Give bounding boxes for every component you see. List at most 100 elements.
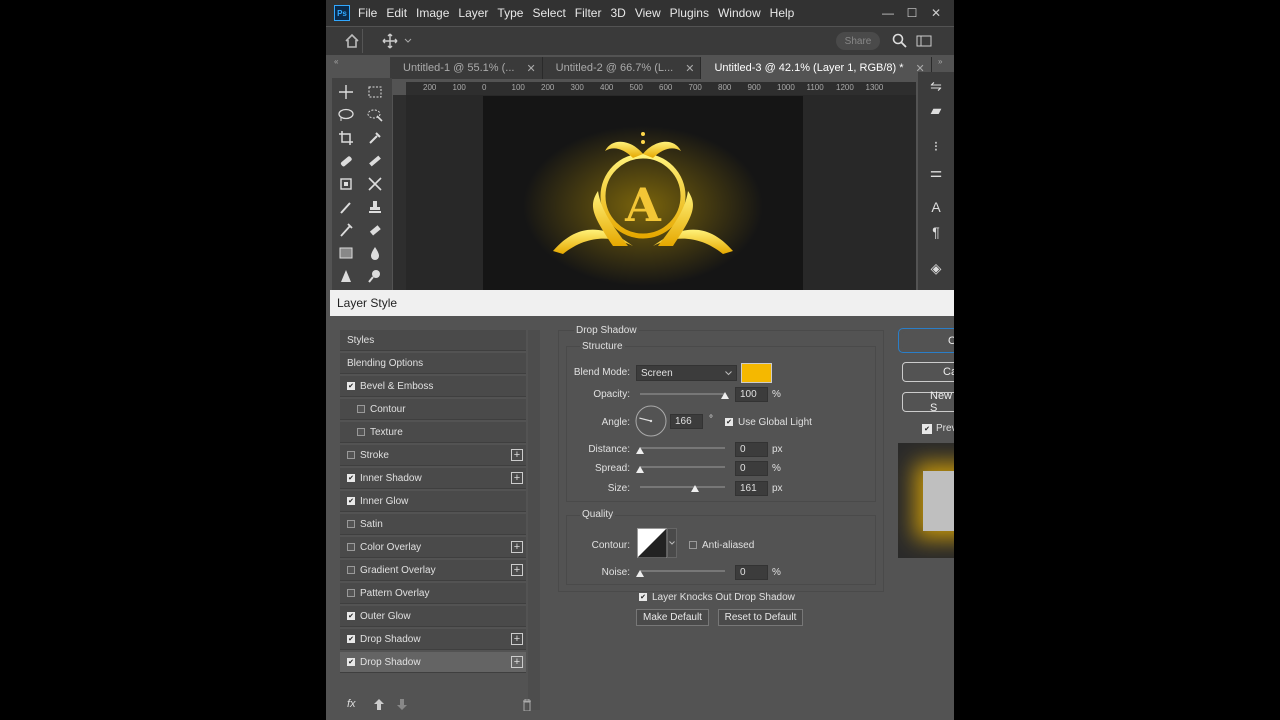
size-slider-handle[interactable]: [691, 485, 700, 492]
use-global-light-checkbox[interactable]: ✔: [725, 418, 733, 426]
brush-settings-icon[interactable]: ⁝: [926, 136, 946, 156]
search-icon[interactable]: [892, 33, 907, 48]
style-checkbox[interactable]: ✔: [347, 497, 355, 505]
ok-button[interactable]: O: [902, 331, 954, 351]
style-item-gradient-overlay[interactable]: Gradient Overlay +: [340, 560, 526, 581]
style-item-drop-shadow[interactable]: ✔ Drop Shadow +: [340, 652, 526, 673]
make-default-button[interactable]: Make Default: [636, 609, 709, 626]
style-item-styles[interactable]: Styles: [340, 330, 526, 351]
chevron-down-icon[interactable]: [404, 38, 412, 44]
style-checkbox[interactable]: ✔: [347, 612, 355, 620]
style-checkbox[interactable]: ✔: [347, 382, 355, 390]
distance-input[interactable]: 0: [735, 442, 768, 457]
spread-input[interactable]: 0: [735, 461, 768, 476]
style-checkbox[interactable]: [347, 520, 355, 528]
add-effect-icon[interactable]: +: [511, 541, 523, 553]
history-panel-icon[interactable]: ⇋: [926, 76, 946, 96]
add-effect-icon[interactable]: +: [511, 633, 523, 645]
contour-dropdown[interactable]: [667, 528, 677, 558]
restore-button[interactable]: ☐: [900, 6, 924, 20]
canvas-area[interactable]: A: [406, 95, 916, 290]
style-checkbox[interactable]: ✔: [347, 658, 355, 666]
style-checkbox[interactable]: [347, 589, 355, 597]
style-item-bevel-emboss[interactable]: ✔ Bevel & Emboss: [340, 376, 526, 397]
menu-help[interactable]: Help: [770, 6, 795, 20]
trash-icon[interactable]: [522, 699, 532, 711]
menu-plugins[interactable]: Plugins: [670, 6, 709, 20]
healing-brush-tool-icon[interactable]: [335, 151, 357, 171]
style-item-inner-glow[interactable]: ✔ Inner Glow: [340, 491, 526, 512]
dodge-tool-icon[interactable]: [364, 266, 386, 286]
paint-brush-icon[interactable]: [335, 197, 357, 217]
layers-panel-icon[interactable]: ◈: [926, 258, 946, 278]
style-checkbox[interactable]: [357, 428, 365, 436]
style-item-drop-shadow[interactable]: ✔ Drop Shadow +: [340, 629, 526, 650]
angle-dial[interactable]: [635, 405, 667, 437]
sharpen-tool-icon[interactable]: [335, 266, 357, 286]
spread-slider-handle[interactable]: [636, 466, 644, 473]
styles-list-scrollbar[interactable]: [528, 330, 540, 710]
menu-view[interactable]: View: [635, 6, 661, 20]
character-panel-icon[interactable]: A: [926, 197, 946, 217]
style-checkbox[interactable]: ✔: [347, 635, 355, 643]
close-tab-icon[interactable]: ✕: [685, 62, 694, 75]
move-down-icon[interactable]: [397, 699, 407, 710]
blend-mode-select[interactable]: Screen: [636, 365, 737, 381]
close-tab-icon[interactable]: ✕: [526, 62, 535, 75]
comments-panel-icon[interactable]: ▰: [926, 100, 946, 120]
tab-untitled-2[interactable]: Untitled-2 @ 66.7% (L... ✕: [543, 57, 702, 79]
style-item-outer-glow[interactable]: ✔ Outer Glow: [340, 606, 526, 627]
menu-filter[interactable]: Filter: [575, 6, 602, 20]
style-checkbox[interactable]: [347, 451, 355, 459]
blur-tool-icon[interactable]: [364, 243, 386, 263]
anti-aliased-checkbox[interactable]: [689, 541, 697, 549]
distance-slider-handle[interactable]: [636, 447, 644, 454]
puppet-warp-icon[interactable]: [364, 174, 386, 194]
add-effect-icon[interactable]: +: [511, 564, 523, 576]
menu-3d[interactable]: 3D: [610, 6, 625, 20]
move-up-icon[interactable]: [374, 699, 384, 710]
add-effect-icon[interactable]: +: [511, 472, 523, 484]
crop-tool-icon[interactable]: [335, 128, 357, 148]
collapse-toolbar-icon[interactable]: «: [334, 57, 338, 66]
menu-edit[interactable]: Edit: [386, 6, 407, 20]
menu-layer[interactable]: Layer: [458, 6, 488, 20]
opacity-input[interactable]: 100: [735, 387, 768, 402]
menu-select[interactable]: Select: [532, 6, 565, 20]
reset-to-default-button[interactable]: Reset to Default: [718, 609, 803, 626]
frame-tool-icon[interactable]: [335, 174, 357, 194]
clone-stamp-tool-icon[interactable]: [364, 197, 386, 217]
collapse-panels-icon[interactable]: »: [938, 57, 942, 66]
style-item-stroke[interactable]: Stroke +: [340, 445, 526, 466]
move-tool-icon[interactable]: [382, 33, 398, 49]
style-checkbox[interactable]: ✔: [347, 474, 355, 482]
menu-file[interactable]: File: [358, 6, 377, 20]
add-effect-icon[interactable]: +: [511, 656, 523, 668]
noise-input[interactable]: 0: [735, 565, 768, 580]
layer-knocks-out-checkbox[interactable]: ✔: [639, 593, 647, 601]
distance-slider-track[interactable]: [640, 447, 725, 449]
style-item-blending-options[interactable]: Blending Options: [340, 353, 526, 374]
eyedropper-tool-icon[interactable]: [364, 128, 386, 148]
home-icon[interactable]: [344, 33, 360, 48]
new-style-button[interactable]: New S: [902, 390, 954, 414]
style-item-pattern-overlay[interactable]: Pattern Overlay: [340, 583, 526, 604]
move-tool-icon[interactable]: [335, 82, 357, 102]
contour-picker[interactable]: [637, 528, 667, 558]
shadow-color-swatch[interactable]: [741, 363, 772, 383]
menu-image[interactable]: Image: [416, 6, 449, 20]
style-checkbox[interactable]: [347, 566, 355, 574]
fx-icon[interactable]: fx: [347, 698, 356, 710]
marquee-tool-icon[interactable]: [364, 82, 386, 102]
adjustments-panel-icon[interactable]: ⚌: [926, 162, 946, 182]
eraser-tool-icon[interactable]: [364, 220, 386, 240]
angle-input[interactable]: 166: [670, 414, 703, 429]
style-item-color-overlay[interactable]: Color Overlay +: [340, 537, 526, 558]
style-item-contour[interactable]: Contour: [340, 399, 526, 420]
paragraph-panel-icon[interactable]: ¶: [926, 222, 946, 242]
minimize-button[interactable]: —: [876, 6, 900, 20]
opacity-slider-handle[interactable]: [721, 392, 729, 399]
share-button[interactable]: Share: [836, 32, 880, 50]
lasso-tool-icon[interactable]: [335, 105, 357, 125]
style-item-texture[interactable]: Texture: [340, 422, 526, 443]
